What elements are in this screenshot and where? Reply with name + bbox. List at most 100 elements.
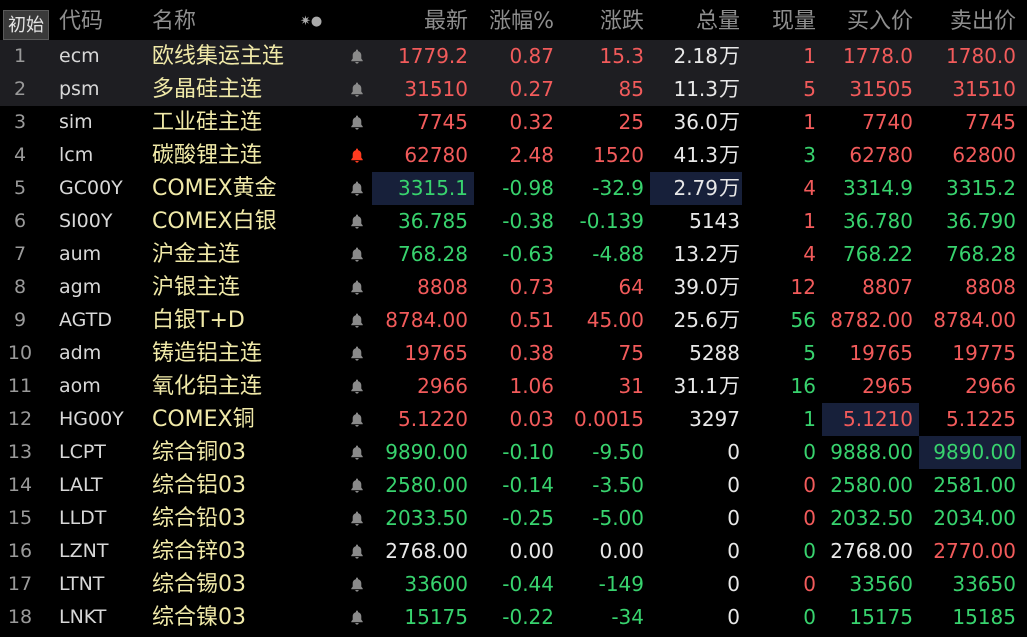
header-pct[interactable]: 涨幅%	[474, 5, 560, 38]
bell-icon[interactable]	[350, 502, 372, 535]
contract-code: ecm	[59, 45, 100, 67]
bell-icon[interactable]	[350, 106, 372, 139]
table-row[interactable]: 13 LCPT 综合铜03 9890.00 -0.10 -9.50 0 0 9888.00 989…	[0, 436, 1027, 469]
ask-price: 3315.2	[946, 176, 1016, 200]
header-latest[interactable]: 最新	[372, 5, 474, 38]
contract-name: 沪银主连	[152, 275, 241, 300]
total-volume-value: 0	[727, 506, 740, 530]
current-volume: 0	[803, 506, 816, 530]
total-volume: 0	[650, 601, 742, 634]
table-row[interactable]: 11 aom 氧化铝主连 2966 1.06 31 31.1万 16 2965 2966	[0, 370, 1027, 403]
table-row[interactable]: 14 LALT 综合铝03 2580.00 -0.14 -3.50 0 0 2580.00 258…	[0, 469, 1027, 502]
table-header: 初始 代码 名称 ✷● 最新 涨幅% 涨跌 总量 现量 买入价 卖出价	[0, 5, 1027, 40]
contract-code: LNKT	[59, 606, 107, 628]
header-change[interactable]: 涨跌	[560, 5, 650, 38]
table-row[interactable]: 2 psm 多晶硅主连 31510 0.27 85 11.3万 5 31505 31510	[0, 73, 1027, 106]
bell-icon[interactable]	[350, 238, 372, 271]
bell-icon[interactable]	[350, 403, 372, 436]
bell-icon[interactable]	[350, 337, 372, 370]
table-row[interactable]: 6 SI00Y COMEX白银 36.785 -0.38 -0.139 5143 1 36.78…	[0, 205, 1027, 238]
bell-icon[interactable]	[350, 535, 372, 568]
bell-icon[interactable]	[350, 139, 372, 172]
table-row[interactable]: 17 LTNT 综合锡03 33600 -0.44 -149 0 0 33560 33650	[0, 568, 1027, 601]
contract-code: LCPT	[59, 441, 106, 463]
header-bid[interactable]: 买入价	[822, 5, 919, 38]
bid-price: 8807	[862, 275, 913, 299]
change-percent: 2.48	[509, 143, 554, 167]
bid-price: 33560	[849, 572, 913, 596]
ask-price: 19775	[952, 341, 1016, 365]
bid-price: 7740	[862, 110, 913, 134]
reset-button[interactable]: 初始	[3, 10, 49, 40]
total-volume: 0	[650, 568, 742, 601]
bell-icon[interactable]	[350, 469, 372, 502]
bell-icon[interactable]	[350, 73, 372, 106]
current-volume: 16	[790, 374, 816, 398]
current-volume: 5	[803, 77, 816, 101]
header-current-volume[interactable]: 现量	[742, 5, 820, 38]
table-row[interactable]: 12 HG00Y COMEX铜 5.1220 0.03 0.0015 3297 1 5.1210…	[0, 403, 1027, 436]
contract-name: 铸造铝主连	[152, 341, 263, 366]
bell-icon[interactable]	[350, 568, 372, 601]
total-volume: 41.3万	[650, 139, 742, 172]
bell-icon[interactable]	[350, 304, 372, 337]
change-value: 31	[618, 374, 644, 398]
ask-price: 5.1225	[946, 407, 1016, 431]
change-value: 85	[618, 77, 644, 101]
total-volume: 31.1万	[650, 370, 742, 403]
table-row[interactable]: 1 ecm 欧线集运主连 1779.2 0.87 15.3 2.18万 1 1778.0 1780…	[0, 40, 1027, 73]
current-volume: 0	[803, 572, 816, 596]
volume-unit: 万	[719, 110, 740, 134]
ask-price: 8808	[965, 275, 1016, 299]
table-row[interactable]: 4 lcm 碳酸锂主连 62780 2.48 1520 41.3万 3 62780 62800	[0, 139, 1027, 172]
table-row[interactable]: 15 LLDT 综合铅03 2033.50 -0.25 -5.00 0 0 2032.50 203…	[0, 502, 1027, 535]
total-volume-value: 0	[727, 605, 740, 629]
change-percent: -0.98	[502, 176, 554, 200]
ask-price: 62800	[952, 143, 1016, 167]
change-value: -9.50	[592, 440, 644, 464]
ask-price: 36.790	[946, 209, 1016, 233]
bell-icon[interactable]	[350, 601, 372, 634]
total-volume: 39.0万	[650, 271, 742, 304]
bid-price: 15175	[849, 605, 913, 629]
latest-price: 2033.50	[385, 506, 468, 530]
table-row[interactable]: 10 adm 铸造铝主连 19765 0.38 75 5288 5 19765 19775	[0, 337, 1027, 370]
table-row[interactable]: 7 aum 沪金主连 768.28 -0.63 -4.88 13.2万 4 768.22 768.…	[0, 238, 1027, 271]
change-percent: 0.27	[509, 77, 554, 101]
bell-icon[interactable]	[350, 172, 372, 205]
change-value: 45.00	[586, 308, 644, 332]
table-row[interactable]: 3 sim 工业硅主连 7745 0.32 25 36.0万 1 7740 7745	[0, 106, 1027, 139]
volume-unit: 万	[719, 44, 740, 68]
contract-name: 综合铝03	[152, 473, 246, 498]
change-value: 0.00	[599, 539, 644, 563]
volume-unit: 万	[719, 275, 740, 299]
header-total-volume[interactable]: 总量	[650, 5, 742, 38]
table-row[interactable]: 5 GC00Y COMEX黄金 3315.1 -0.98 -32.9 2.79万 4 3314.…	[0, 172, 1027, 205]
header-icons[interactable]: ✷●	[300, 5, 322, 39]
current-volume: 5	[803, 341, 816, 365]
row-index: 2	[13, 78, 27, 100]
table-row[interactable]: 9 AGTD 白银T+D 8784.00 0.51 45.00 25.6万 56 8782.00…	[0, 304, 1027, 337]
header-code[interactable]: 代码	[59, 5, 149, 38]
contract-name: 工业硅主连	[152, 110, 263, 135]
bell-icon[interactable]	[350, 370, 372, 403]
bell-icon[interactable]	[350, 40, 372, 73]
total-volume-value: 13.2	[673, 242, 718, 266]
bid-price: 768.22	[843, 242, 913, 266]
bell-icon[interactable]	[350, 436, 372, 469]
table-row[interactable]: 18 LNKT 综合镍03 15175 -0.22 -34 0 0 15175 15185	[0, 601, 1027, 634]
current-volume: 56	[790, 308, 816, 332]
change-value: 1520	[593, 143, 644, 167]
table-row[interactable]: 8 agm 沪银主连 8808 0.73 64 39.0万 12 8807 8808	[0, 271, 1027, 304]
change-value: 0.0015	[574, 407, 644, 431]
contract-name: 综合锡03	[152, 572, 246, 597]
bell-icon[interactable]	[350, 205, 372, 238]
table-row[interactable]: 16 LZNT 综合锌03 2768.00 0.00 0.00 0 0 2768.00 2770.…	[0, 535, 1027, 568]
header-ask[interactable]: 卖出价	[919, 5, 1021, 38]
contract-code: adm	[59, 342, 102, 364]
change-value: -0.139	[579, 209, 644, 233]
row-index: 9	[13, 309, 27, 331]
row-index: 16	[7, 540, 33, 562]
row-index: 10	[7, 342, 33, 364]
bell-icon[interactable]	[350, 271, 372, 304]
